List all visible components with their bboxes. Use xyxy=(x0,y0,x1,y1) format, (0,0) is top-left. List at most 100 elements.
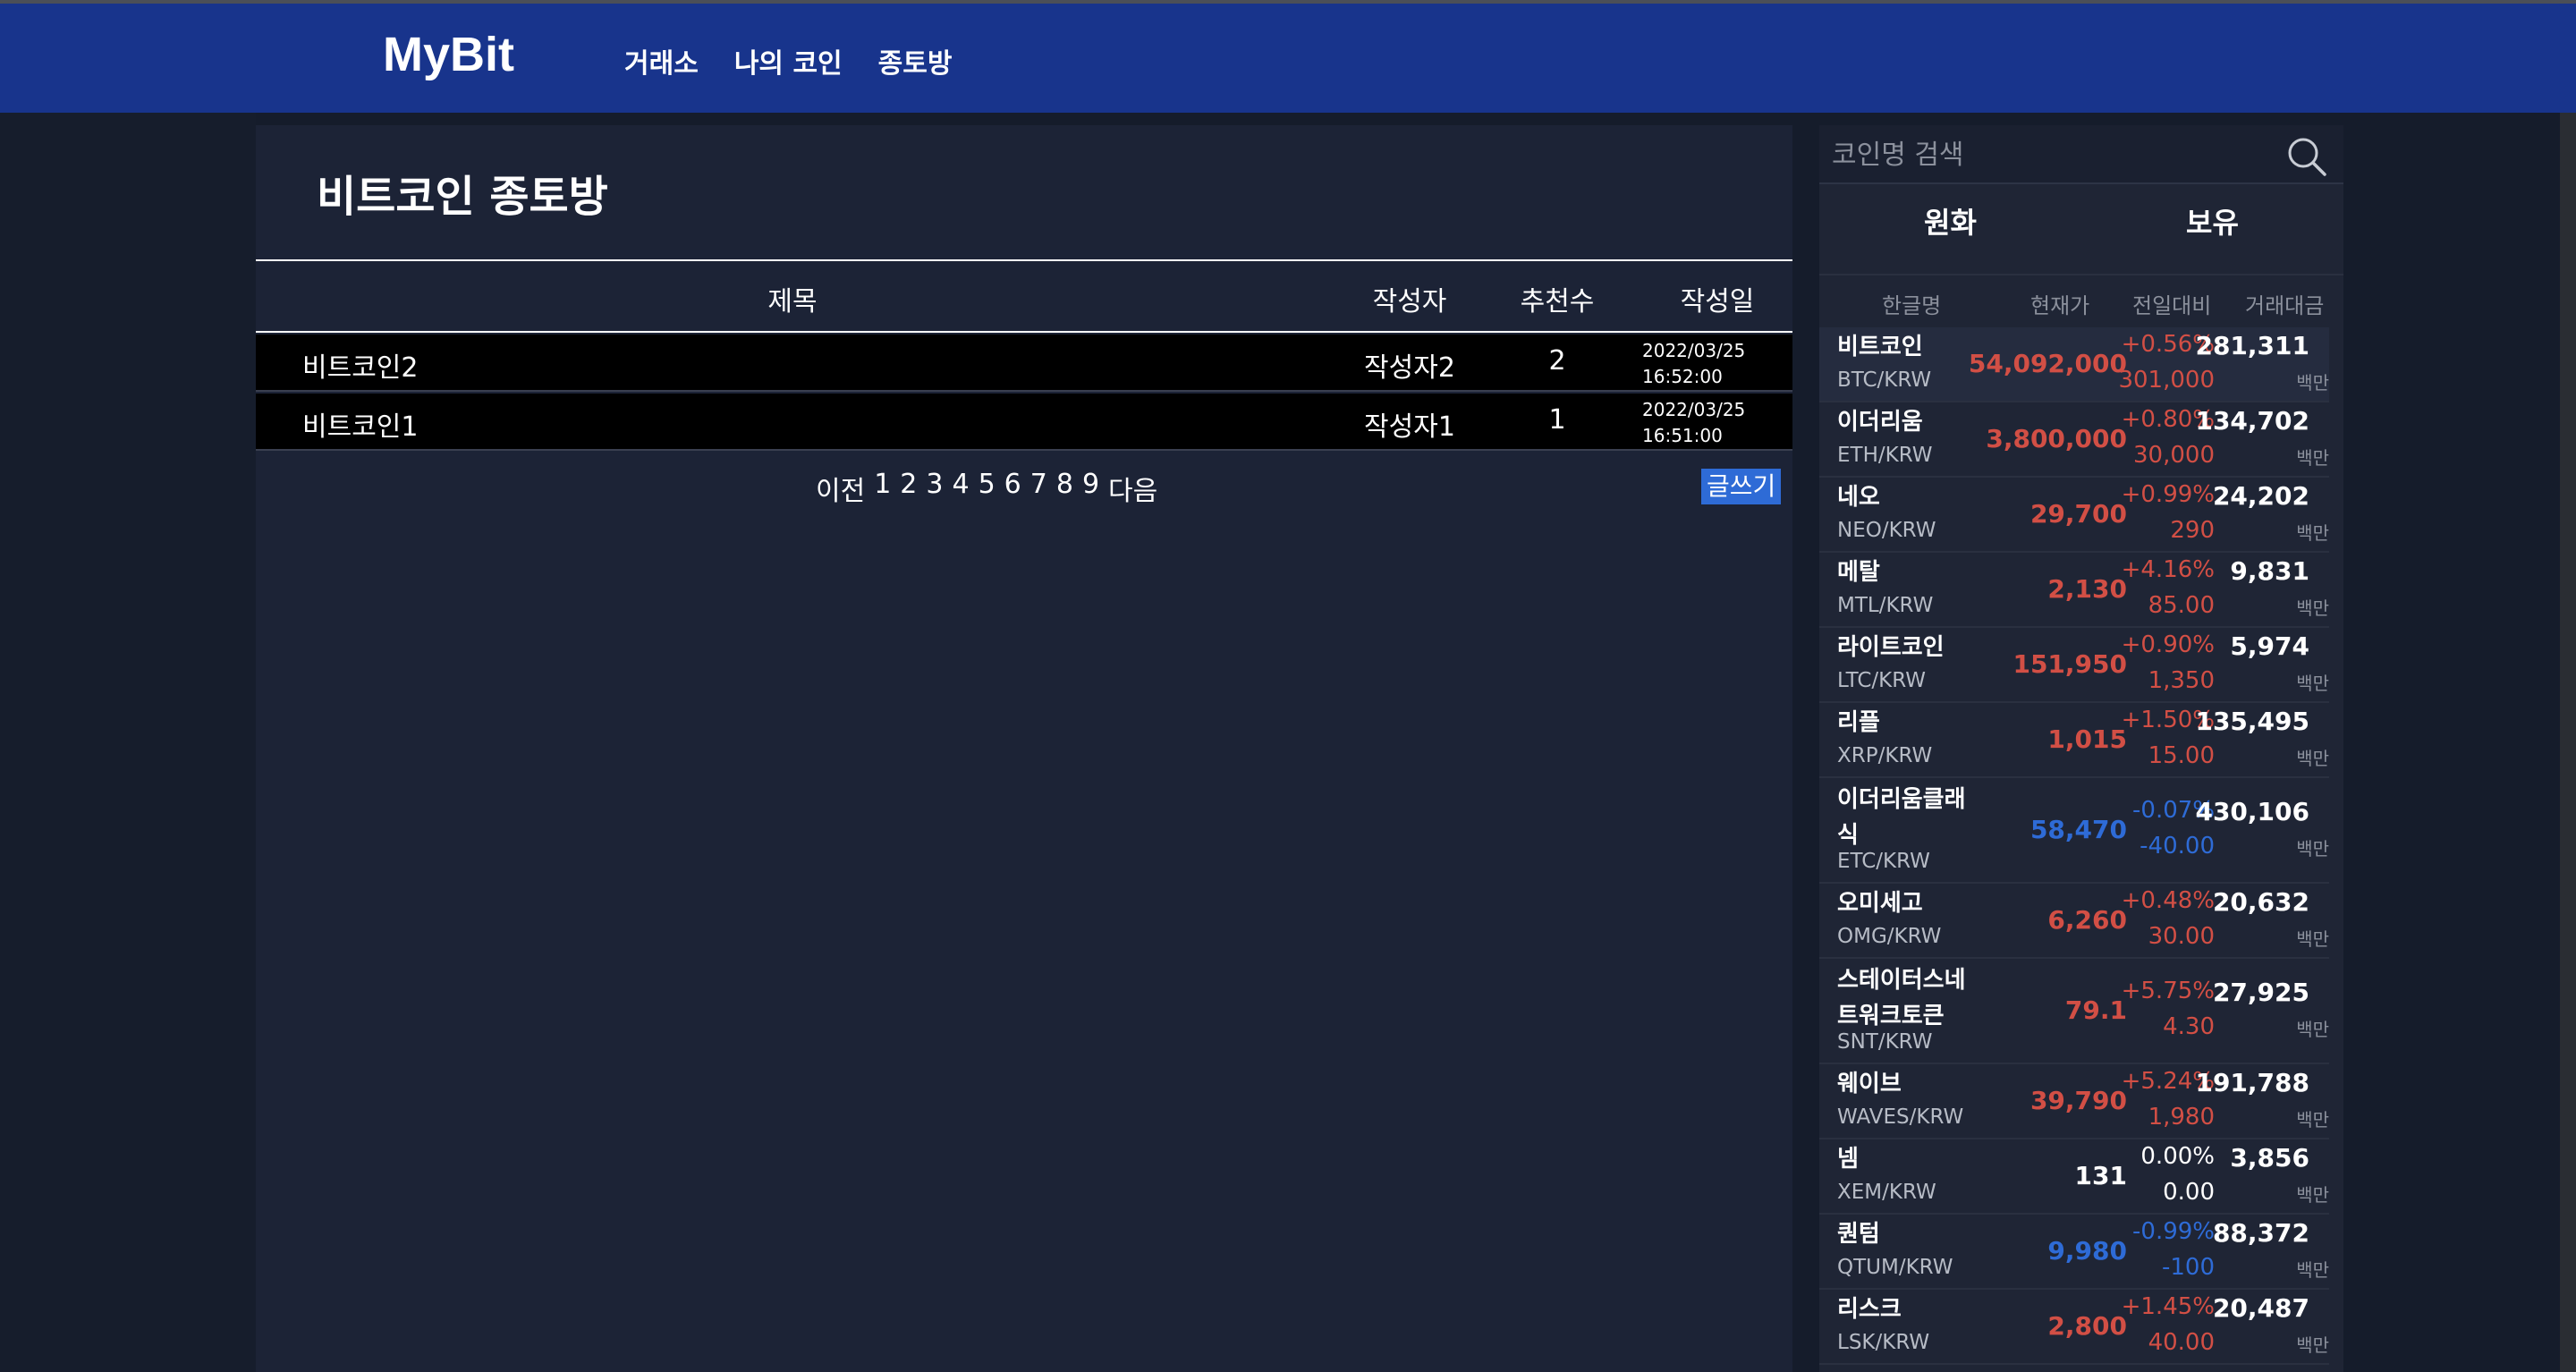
page-background xyxy=(0,113,256,1372)
coin-volume-unit: 백만 xyxy=(2296,597,2329,619)
coin-name: 이더리움클래식 xyxy=(1837,786,1966,849)
nav-exchange[interactable]: 거래소 xyxy=(624,41,699,80)
coin-row[interactable]: 메탈 MTL/KRW 2,130 +4.16% 85.00 9,831 백만 xyxy=(1819,553,2329,628)
coin-row[interactable]: 넴 XEM/KRW 131 0.00% 0.00 3,856 백만 xyxy=(1819,1139,2329,1215)
coin-sidebar: 원화 보유 한글명 현재가 전일대비 거래대금 비트코인 BTC/KRW 54,09… xyxy=(1819,125,2343,1372)
coin-volume: 20,632 xyxy=(2212,887,2309,917)
coin-price: 39,790 xyxy=(2029,1086,2127,1115)
post-likes: 2 xyxy=(1548,345,1566,377)
pager-page-6[interactable]: 6 xyxy=(1004,469,1021,508)
pager-page-1[interactable]: 1 xyxy=(874,469,891,508)
pager-page-9[interactable]: 9 xyxy=(1082,469,1099,508)
discussion-board: 비트코인 종토방 제목 작성자 추천수 작성일 비트코인2 작성자2 2 202… xyxy=(256,125,1792,1372)
coin-volume-unit: 백만 xyxy=(2296,447,2329,469)
table-header: 제목 작성자 추천수 작성일 xyxy=(256,259,1792,333)
table-row[interactable]: 비트코인2 작성자2 2 2022/03/25 16:52:00 xyxy=(256,335,1792,392)
coin-symbol: LTC/KRW xyxy=(1837,669,1927,692)
col-coin-price: 현재가 xyxy=(2030,293,2090,318)
coin-change-amount: 85.00 xyxy=(2148,592,2215,619)
tab-krw[interactable]: 원화 xyxy=(1819,186,2081,272)
coin-row[interactable]: 비트코인 BTC/KRW 54,092,000 +0.56% 301,000 281,31… xyxy=(1819,327,2329,402)
col-title: 제목 xyxy=(767,286,818,318)
pager-next[interactable]: 다음 xyxy=(1108,469,1157,508)
coin-change-percent: +0.48% xyxy=(2121,887,2215,914)
coin-search-input[interactable] xyxy=(1832,134,2279,175)
market-tabs: 원화 보유 xyxy=(1819,186,2343,272)
coin-change-amount: 0.00 xyxy=(2163,1179,2215,1206)
coin-volume-unit: 백만 xyxy=(2296,673,2329,694)
coin-volume: 88,372 xyxy=(2212,1218,2309,1248)
coin-row[interactable]: 라이트코인 LTC/KRW 151,950 +0.90% 1,350 5,974 백만 xyxy=(1819,628,2329,703)
pager-page-3[interactable]: 3 xyxy=(926,469,943,508)
coin-price: 79.1 xyxy=(2064,995,2127,1025)
pager-page-7[interactable]: 7 xyxy=(1030,469,1047,508)
coin-price: 2,130 xyxy=(2047,574,2127,604)
pager-page-5[interactable]: 5 xyxy=(979,469,996,508)
col-author: 작성자 xyxy=(1372,286,1447,318)
coin-row[interactable]: 스테이터스네트워크토큰 SNT/KRW 79.1 +5.75% 4.30 27,925 백만 xyxy=(1819,959,2329,1064)
coin-volume-unit: 백만 xyxy=(2296,372,2329,394)
coin-change-amount: 30,000 xyxy=(2133,442,2215,469)
coin-volume: 3,856 xyxy=(2230,1143,2309,1173)
col-coin-change: 전일대비 xyxy=(2132,293,2212,318)
coin-change-amount: 1,350 xyxy=(2148,667,2215,694)
col-date: 작성일 xyxy=(1680,286,1755,318)
coin-change-amount: -40.00 xyxy=(2140,833,2215,860)
nav-my-coins[interactable]: 나의 코인 xyxy=(734,41,843,80)
coin-volume-unit: 백만 xyxy=(2296,1184,2329,1206)
coin-change-percent: +1.45% xyxy=(2121,1293,2215,1320)
logo[interactable]: MyBit xyxy=(383,27,514,82)
post-title[interactable]: 비트코인2 xyxy=(302,345,419,385)
coin-row[interactable]: 네오 NEO/KRW 29,700 +0.99% 290 24,202 백만 xyxy=(1819,478,2329,553)
coin-price: 54,092,000 xyxy=(1968,349,2127,378)
coin-volume: 5,974 xyxy=(2230,631,2309,661)
coin-row[interactable]: 이더리움클래식 ETC/KRW 58,470 -0.07% -40.00 430,106 백… xyxy=(1819,778,2329,884)
coin-row[interactable]: 이더리움 ETH/KRW 3,800,000 +0.80% 30,000 134,702 백… xyxy=(1819,402,2329,478)
coin-row[interactable]: 오미세고 OMG/KRW 6,260 +0.48% 30.00 20,632 백만 xyxy=(1819,884,2329,959)
coin-volume: 281,311 xyxy=(2195,331,2309,360)
coin-price: 58,470 xyxy=(2029,815,2127,844)
coin-symbol: NEO/KRW xyxy=(1837,519,1936,542)
coin-volume: 20,487 xyxy=(2212,1293,2309,1323)
col-coin-volume: 거래대금 xyxy=(2245,293,2325,318)
post-title[interactable]: 비트코인1 xyxy=(302,404,419,444)
coin-symbol: BTC/KRW xyxy=(1837,368,1932,392)
coin-row[interactable]: 웨이브 WAVES/KRW 39,790 +5.24% 1,980 191,788 백만 xyxy=(1819,1064,2329,1139)
pager-prev[interactable]: 이전 xyxy=(816,469,865,508)
pager-page-2[interactable]: 2 xyxy=(900,469,917,508)
coin-name: 이더리움 xyxy=(1837,409,1923,436)
coin-change-percent: +5.75% xyxy=(2121,978,2215,1004)
coin-symbol: MTL/KRW xyxy=(1837,594,1934,617)
search-icon[interactable] xyxy=(2284,134,2329,179)
post-date-day: 2022/03/25 xyxy=(1642,399,1746,420)
coin-change-amount: 15.00 xyxy=(2148,742,2215,769)
coin-symbol: LSK/KRW xyxy=(1837,1331,1930,1354)
tab-holdings[interactable]: 보유 xyxy=(2081,186,2343,272)
coin-row[interactable]: 리플 XRP/KRW 1,015 +1.50% 15.00 135,495 백만 xyxy=(1819,703,2329,778)
coin-change-percent: +0.99% xyxy=(2121,481,2215,508)
col-likes: 추천수 xyxy=(1520,286,1595,318)
coin-symbol: ETC/KRW xyxy=(1837,850,1930,873)
coin-volume: 27,925 xyxy=(2212,978,2309,1007)
coin-change-amount: 1,980 xyxy=(2148,1104,2215,1131)
coin-name: 네오 xyxy=(1837,484,1880,511)
coin-change-percent: +4.16% xyxy=(2121,556,2215,583)
coin-price: 1,015 xyxy=(2047,724,2127,754)
coin-volume-unit: 백만 xyxy=(2296,838,2329,860)
pagination: 이전 1 2 3 4 5 6 7 8 9 다음 xyxy=(816,469,1157,508)
write-post-button[interactable]: 글쓰기 xyxy=(1701,469,1782,504)
coin-volume-unit: 백만 xyxy=(2296,1109,2329,1131)
coin-volume-unit: 백만 xyxy=(2296,522,2329,544)
coin-volume: 24,202 xyxy=(2212,481,2309,511)
coin-row[interactable]: 퀀텀 QTUM/KRW 9,980 -0.99% -100 88,372 백만 xyxy=(1819,1215,2329,1290)
coin-name: 리플 xyxy=(1837,709,1880,736)
pager-page-8[interactable]: 8 xyxy=(1056,469,1073,508)
table-row[interactable]: 비트코인1 작성자1 1 2022/03/25 16:51:00 xyxy=(256,394,1792,451)
nav-discussion[interactable]: 종토방 xyxy=(878,41,953,80)
coin-name: 오미세고 xyxy=(1837,890,1923,917)
coin-price: 131 xyxy=(2074,1161,2127,1190)
coin-row[interactable]: 리스크 LSK/KRW 2,800 +1.45% 40.00 20,487 백만 xyxy=(1819,1290,2329,1365)
pager-page-4[interactable]: 4 xyxy=(952,469,969,508)
coin-price: 29,700 xyxy=(2029,499,2127,529)
coin-volume: 9,831 xyxy=(2230,556,2309,586)
